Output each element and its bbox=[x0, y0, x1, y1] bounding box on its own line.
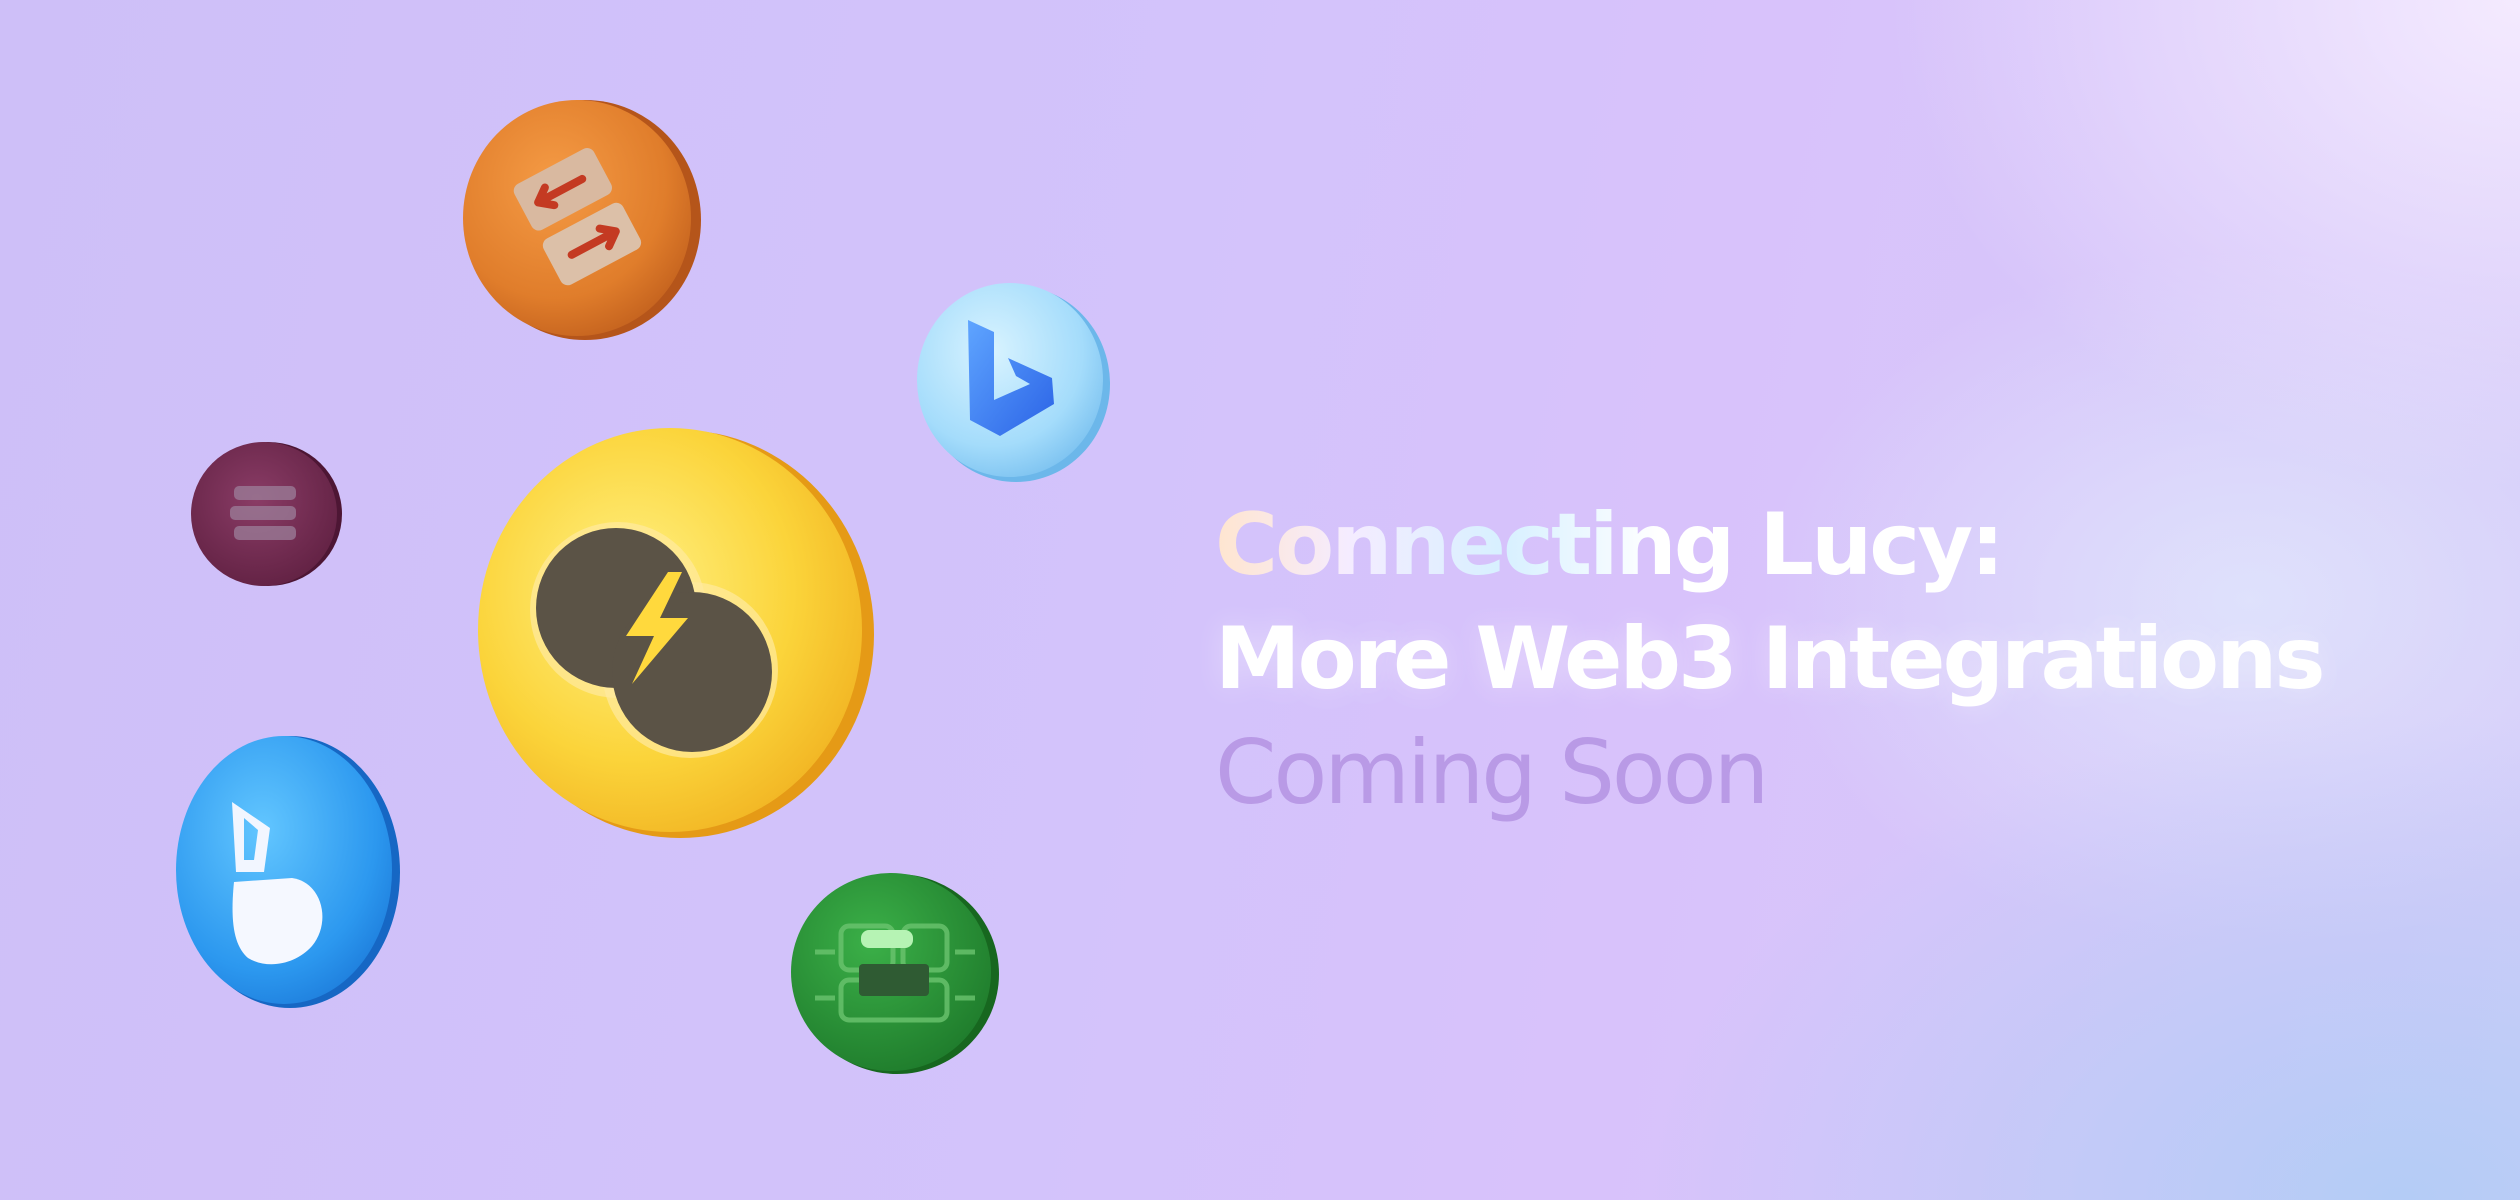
bing-coin bbox=[912, 280, 1112, 485]
swap-arrows-icon bbox=[463, 100, 701, 340]
d-logo-coin bbox=[172, 732, 402, 1012]
circuit-coin bbox=[785, 868, 1001, 1078]
headline-line-coming-soon: Coming Soon bbox=[1215, 721, 1769, 824]
headline: Connecting Lucy: More Web3 Integrations … bbox=[1215, 488, 2326, 830]
stack-coin bbox=[186, 438, 344, 590]
swap-arrows-coin bbox=[455, 98, 705, 343]
lightning-link-icon bbox=[478, 428, 874, 838]
bing-b-icon bbox=[917, 283, 1110, 482]
headline-line-more-web3-integrations: More Web3 Integrations bbox=[1215, 609, 2326, 709]
stack-icon bbox=[191, 442, 342, 586]
headline-line-connecting-lucy: Connecting Lucy: bbox=[1215, 488, 2323, 602]
d-logo-icon bbox=[176, 736, 400, 1008]
lightning-link-coin bbox=[468, 422, 878, 842]
circuit-icon bbox=[791, 873, 999, 1074]
